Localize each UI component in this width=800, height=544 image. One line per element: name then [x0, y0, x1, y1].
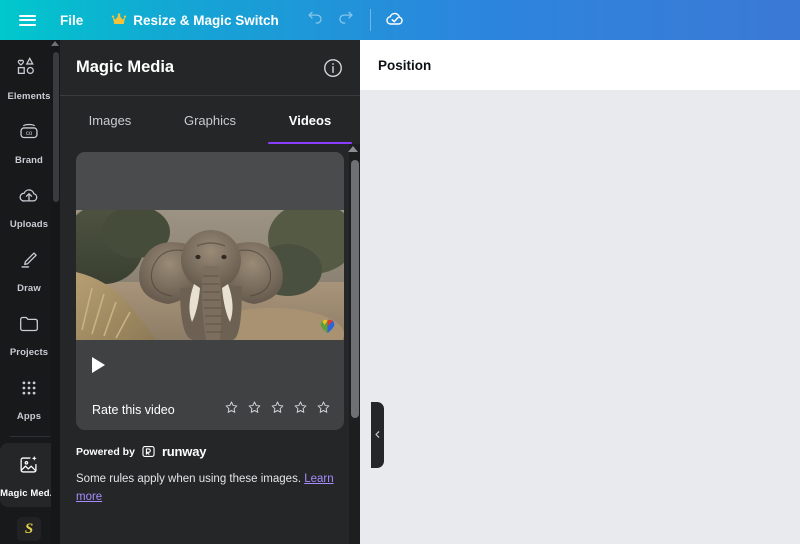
pen-icon [17, 248, 41, 277]
position-toolbar: Position [360, 40, 800, 90]
top-toolbar: File Resize & Magic Switch [0, 0, 800, 40]
panel-tabs: Images Graphics Videos [60, 96, 360, 144]
powered-by-label: Powered by [76, 446, 135, 458]
position-button[interactable]: Position [378, 58, 431, 73]
sidebar-item-label: Magic Med... [0, 488, 58, 499]
cloud-check-icon [384, 7, 406, 34]
video-controls [76, 340, 344, 390]
tab-images[interactable]: Images [60, 96, 160, 144]
resize-magic-switch-label: Resize & Magic Switch [133, 13, 279, 28]
rate-this-video-label: Rate this video [92, 403, 175, 417]
sidebar-item-label: Draw [17, 283, 41, 294]
canva-editor-window: File Resize & Magic Switch [0, 0, 800, 544]
powered-by-row: Powered by runway [76, 444, 344, 459]
hamburger-icon [19, 12, 36, 28]
sidebar-item-magic-media[interactable]: Magic Med... [0, 443, 58, 507]
design-canvas-area[interactable] [360, 90, 800, 544]
panel-header: Magic Media [60, 40, 360, 96]
soundraw-letter: S [25, 521, 33, 538]
rail-scrollbar-thumb[interactable] [53, 52, 59, 202]
info-circle-icon[interactable] [322, 57, 344, 79]
video-thumbnail[interactable] [76, 210, 344, 340]
ai-watermark-icon [319, 317, 336, 334]
rating-row: Rate this video [76, 390, 344, 430]
star-outline-icon[interactable] [224, 400, 239, 420]
file-menu-button[interactable]: File [52, 6, 91, 34]
shapes-icon [17, 56, 41, 85]
folder-icon [17, 312, 41, 341]
usage-rules-sentence: Some rules apply when using these images… [76, 473, 304, 485]
star-outline-icon[interactable] [270, 400, 285, 420]
star-outline-icon[interactable] [316, 400, 331, 420]
left-rail: Elements co Brand [0, 40, 60, 544]
star-rating[interactable] [224, 400, 331, 420]
elephant-photo [76, 210, 344, 340]
chevron-left-icon [373, 426, 382, 444]
panel-collapse-handle[interactable] [371, 402, 384, 468]
cloud-upload-icon [17, 184, 41, 213]
editor-main: Position [360, 40, 800, 544]
sidebar-item-soundraw[interactable]: S Soundraw [0, 507, 58, 544]
runway-logo-icon [141, 444, 156, 459]
scroll-up-arrow-icon[interactable] [348, 146, 358, 152]
sidebar-item-uploads[interactable]: Uploads [0, 174, 58, 238]
save-status-button[interactable] [380, 5, 410, 35]
soundraw-logo-icon: S [17, 517, 41, 541]
sidebar-item-elements[interactable]: Elements [0, 46, 58, 110]
grid-apps-icon [17, 376, 41, 405]
main-menu-button[interactable] [10, 6, 44, 34]
sidebar-item-apps[interactable]: Apps [0, 366, 58, 430]
star-outline-icon[interactable] [293, 400, 308, 420]
sidebar-item-label: Projects [10, 347, 48, 358]
card-top-strip [76, 152, 344, 210]
sidebar-item-projects[interactable]: Projects [0, 302, 58, 366]
rail-scrollbar[interactable] [51, 40, 60, 544]
sidebar-item-label: Apps [17, 411, 41, 422]
runway-wordmark: runway [162, 444, 206, 459]
resize-magic-switch-button[interactable]: Resize & Magic Switch [103, 6, 287, 34]
play-icon[interactable] [92, 357, 105, 373]
page-title: Magic Media [76, 58, 174, 77]
rail-scroll-up-icon[interactable] [51, 41, 59, 46]
magic-media-icon [17, 453, 41, 482]
sidebar-item-label: Uploads [10, 219, 48, 230]
panel-scrollbar[interactable] [349, 144, 360, 544]
brand-kit-icon: co [17, 120, 41, 149]
sidebar-item-label: Brand [15, 155, 43, 166]
sidebar-item-draw[interactable]: Draw [0, 238, 58, 302]
redo-button[interactable] [331, 5, 361, 35]
sidebar-item-brand[interactable]: co Brand [0, 110, 58, 174]
crown-icon [111, 12, 127, 28]
toolbar-divider [370, 9, 371, 31]
usage-rules-text: Some rules apply when using these images… [76, 471, 344, 507]
star-outline-icon[interactable] [247, 400, 262, 420]
history-controls [301, 5, 410, 35]
video-result-card[interactable]: Rate this video [76, 152, 344, 430]
tab-videos[interactable]: Videos [260, 96, 360, 144]
sidebar-item-label: Elements [7, 91, 50, 102]
svg-text:co: co [26, 131, 33, 137]
undo-button[interactable] [301, 5, 331, 35]
panel-content: Rate this video Powered by [60, 144, 360, 544]
rail-divider [10, 436, 50, 437]
tab-graphics[interactable]: Graphics [160, 96, 260, 144]
undo-icon [306, 8, 325, 32]
panel-scrollbar-thumb[interactable] [351, 160, 359, 418]
magic-media-panel: Magic Media Images Graphics Videos [60, 40, 360, 544]
editor-body: Elements co Brand [0, 40, 800, 544]
redo-icon [336, 8, 355, 32]
